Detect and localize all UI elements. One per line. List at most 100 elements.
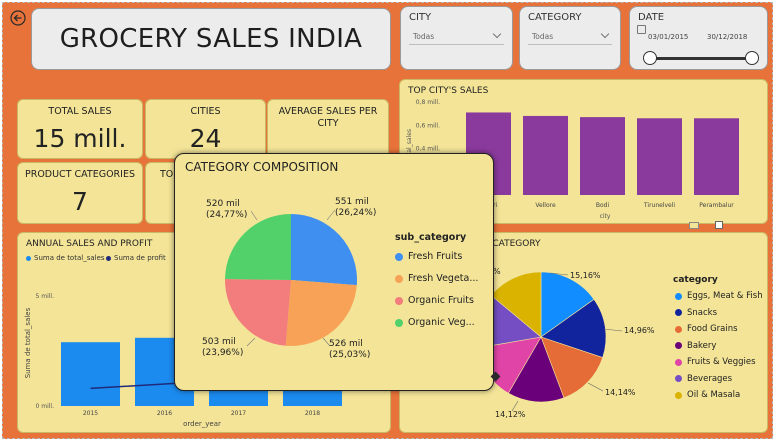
legend-swatch bbox=[675, 292, 682, 300]
pie-data-label: 14,12% bbox=[495, 410, 526, 419]
category-slicer-label: CATEGORY bbox=[528, 12, 582, 23]
date-slicer-label: DATE bbox=[638, 12, 665, 23]
legend-item-organic-vegetables[interactable]: Organic Veg... bbox=[395, 317, 475, 328]
pie-value: 520 mil bbox=[206, 199, 240, 209]
calendar-icon[interactable] bbox=[637, 25, 646, 34]
pie-data-label: 14,14% bbox=[605, 388, 636, 397]
kpi-product-categories-label: PRODUCT CATEGORIES bbox=[24, 169, 135, 180]
bar bbox=[61, 342, 120, 406]
leader-line bbox=[587, 382, 604, 392]
dashboard-title-card: GROCERY SALES INDIA bbox=[31, 8, 391, 70]
legend-swatch bbox=[395, 318, 403, 327]
y-tick-label: 0,6 mill. bbox=[416, 122, 440, 129]
kpi-product-categories: PRODUCT CATEGORIES 7 bbox=[17, 162, 143, 224]
chevron-down-icon[interactable] bbox=[600, 29, 610, 39]
pie-data-label: 503 mil (23,96%) bbox=[202, 337, 243, 359]
back-arrow-icon[interactable] bbox=[10, 10, 26, 26]
legend-item[interactable]: Beverages bbox=[675, 374, 732, 384]
bar bbox=[580, 117, 625, 195]
date-slicer: DATE 03/01/2015 30/12/2018 bbox=[629, 6, 768, 70]
expand-icon[interactable] bbox=[715, 221, 723, 229]
legend-item-fresh-fruits[interactable]: Fresh Fruits bbox=[395, 251, 462, 262]
date-end[interactable]: 30/12/2018 bbox=[707, 33, 747, 41]
y-tick-label: 0,4 mill. bbox=[416, 146, 440, 153]
date-start[interactable]: 03/01/2015 bbox=[648, 33, 688, 41]
pie-slice bbox=[225, 279, 291, 346]
y-tick-label: 5 mill. bbox=[36, 293, 55, 300]
leader-line bbox=[603, 328, 623, 332]
pie-percent: (23,96%) bbox=[202, 348, 244, 358]
city-slicer-label: CITY bbox=[409, 12, 432, 23]
legend-label: Oil & Masala bbox=[687, 390, 741, 400]
category-slicer: CATEGORY Todas bbox=[519, 6, 621, 70]
legend-label: Fruits & Veggies bbox=[687, 357, 756, 367]
panel-focus-icon[interactable] bbox=[689, 222, 699, 229]
x-axis-title: order_year bbox=[183, 420, 221, 428]
legend-swatch bbox=[675, 325, 682, 333]
legend-swatch bbox=[395, 296, 403, 305]
pie-value: 503 mil bbox=[202, 337, 236, 347]
pie-percent: (25,03%) bbox=[329, 350, 371, 360]
dashboard-title: GROCERY SALES INDIA bbox=[59, 24, 363, 54]
date-range-track bbox=[650, 57, 752, 60]
kpi-average-sales-per-city: AVERAGE SALES PER CITY bbox=[267, 99, 389, 159]
pie-data-label: 526 mil (25,03%) bbox=[329, 339, 370, 361]
legend-swatch bbox=[395, 274, 403, 283]
legend-swatch bbox=[675, 358, 682, 366]
legend-item[interactable]: Snacks bbox=[675, 308, 717, 318]
x-tick-label: 2018 bbox=[305, 410, 320, 417]
city-slicer: CITY Todas bbox=[400, 6, 513, 70]
legend-item[interactable]: Bakery bbox=[675, 341, 716, 351]
x-tick-label: 2016 bbox=[157, 410, 172, 417]
category-legend-title: category bbox=[673, 275, 718, 285]
x-tick-label: 2017 bbox=[231, 410, 246, 417]
legend-swatch bbox=[675, 375, 682, 382]
bar bbox=[694, 118, 739, 195]
kpi-cities-label: CITIES bbox=[190, 106, 221, 117]
pie-data-label: 551 mil (26,24%) bbox=[335, 197, 376, 219]
legend-label: Organic Veg... bbox=[408, 317, 475, 328]
leader-line bbox=[250, 210, 258, 221]
bar bbox=[523, 115, 568, 195]
legend-swatch bbox=[395, 252, 403, 261]
y-tick-label: 0,8 mill. bbox=[416, 99, 440, 106]
x-axis-title: city bbox=[600, 213, 611, 220]
legend-item[interactable]: Eggs, Meat & Fish bbox=[675, 291, 763, 301]
legend-item-fresh-vegetables[interactable]: Fresh Vegeta... bbox=[395, 273, 478, 284]
pie-slice bbox=[291, 214, 357, 286]
divider bbox=[409, 44, 504, 45]
legend-label: Food Grains bbox=[687, 324, 738, 334]
pie-data-label: 520 mil (24,77%) bbox=[206, 199, 247, 221]
kpi-product-categories-value: 7 bbox=[72, 187, 88, 216]
date-start-handle[interactable] bbox=[643, 51, 657, 65]
date-end-handle[interactable] bbox=[745, 51, 759, 65]
x-tick-label: Tirunelveli bbox=[643, 202, 675, 209]
category-dropdown-value[interactable]: Todas bbox=[532, 32, 553, 41]
city-dropdown-value[interactable]: Todas bbox=[413, 32, 434, 41]
chevron-down-icon[interactable] bbox=[492, 29, 502, 39]
screenshot-frame: GROCERY SALES INDIA CITY Todas CATEGORY … bbox=[0, 0, 781, 447]
legend-swatch bbox=[675, 391, 682, 399]
legend-swatch bbox=[675, 342, 682, 349]
legend-item[interactable]: Fruits & Veggies bbox=[675, 357, 756, 367]
kpi-average-sales-label: AVERAGE SALES PER CITY bbox=[278, 106, 378, 129]
pie-data-label: 15,16% bbox=[570, 271, 601, 280]
x-tick-label: Bodi bbox=[596, 202, 610, 209]
legend-swatch bbox=[675, 309, 682, 316]
pie-slice bbox=[225, 214, 291, 280]
leader-line bbox=[326, 209, 336, 221]
leader-line bbox=[246, 337, 256, 347]
legend-label: Bakery bbox=[687, 340, 717, 351]
y-axis-title: Suma de total_sales bbox=[24, 307, 32, 378]
legend-item[interactable]: Food Grains bbox=[675, 324, 738, 334]
x-tick-label: 2015 bbox=[83, 410, 98, 417]
pie-value: 526 mil bbox=[329, 339, 363, 349]
sub-category-legend-title: sub_category bbox=[395, 232, 467, 243]
legend-label: Beverages bbox=[687, 373, 733, 384]
pie-data-label: 14,96% bbox=[624, 326, 655, 335]
legend-item[interactable]: Oil & Masala bbox=[675, 390, 740, 400]
legend-item-organic-fruits[interactable]: Organic Fruits bbox=[395, 295, 474, 306]
divider bbox=[528, 44, 612, 45]
x-tick-label: Vellore bbox=[535, 202, 556, 209]
category-composition-popup: CATEGORY COMPOSITION sub_category Fresh … bbox=[174, 153, 494, 391]
